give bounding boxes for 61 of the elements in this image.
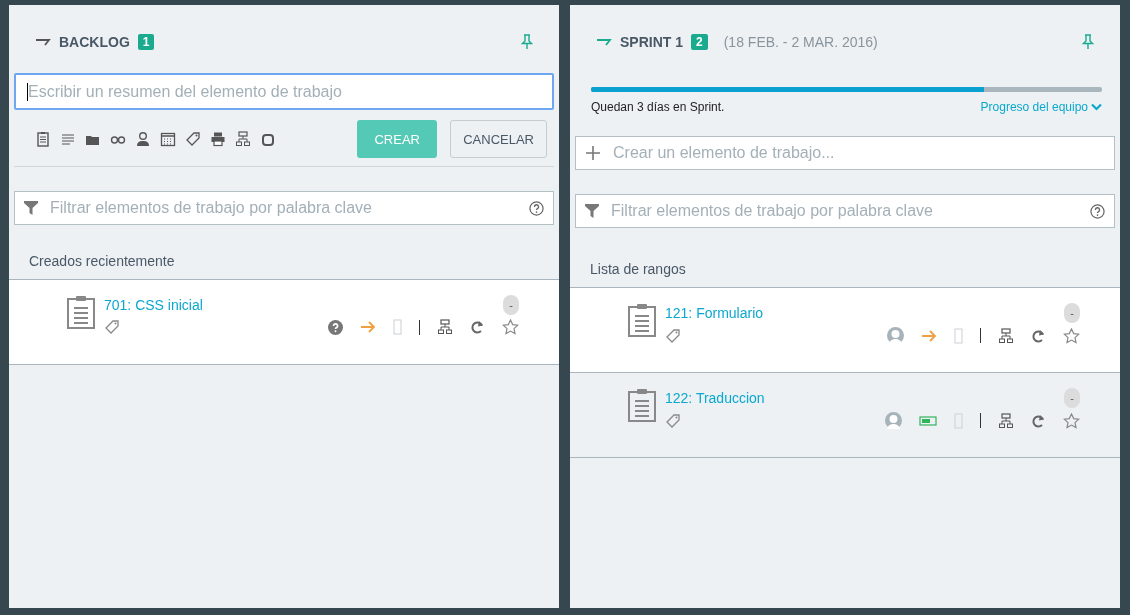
star-icon[interactable] — [502, 319, 519, 335]
cancel-button[interactable]: CANCELAR — [450, 120, 547, 158]
empty-rectangle-icon — [393, 319, 402, 335]
filter-field[interactable]: Filtrar elementos de trabajo por palabra clave — [575, 194, 1115, 228]
filter-placeholder: Filtrar elementos de trabajo por palabra clave — [611, 202, 934, 220]
person-icon[interactable] — [135, 131, 151, 147]
calendar-icon[interactable] — [160, 131, 176, 147]
hierarchy-icon[interactable] — [437, 319, 453, 335]
filter-icon — [585, 203, 599, 219]
summary-input-field[interactable]: Escribir un resumen del elemento de trabajo — [14, 73, 554, 110]
redo-icon[interactable] — [1031, 327, 1046, 344]
star-icon[interactable] — [1063, 412, 1080, 429]
section-heading: Creados recientemente — [28, 253, 176, 271]
sprint-dates: (18 FEB. - 2 MAR. 2016) — [723, 34, 878, 50]
panel-title: BACKLOG — [59, 34, 130, 50]
filter-field[interactable]: Filtrar elementos de trabajo por palabra clave — [14, 191, 554, 225]
work-item-title[interactable]: 701: CSS inicial — [104, 297, 504, 313]
create-placeholder: Crear un elemento de trabajo... — [613, 144, 835, 162]
clipboard-icon[interactable] — [35, 131, 51, 147]
empty-rectangle-icon — [954, 412, 963, 429]
section-heading: Lista de rangos — [589, 261, 687, 279]
tag-icon[interactable] — [665, 327, 681, 344]
tag-icon[interactable] — [665, 412, 681, 429]
estimate-badge[interactable]: - — [1064, 388, 1080, 408]
filter-placeholder: Filtrar elementos de trabajo por palabra clave — [50, 199, 373, 217]
hierarchy-icon[interactable] — [998, 327, 1014, 344]
remaining-days-text: Quedan 3 días en Sprint. — [591, 100, 725, 114]
work-item-title[interactable]: 122: Traduccion — [665, 390, 1065, 406]
redo-icon[interactable] — [1031, 412, 1046, 429]
square-icon[interactable] — [260, 131, 276, 147]
star-icon[interactable] — [1063, 327, 1080, 344]
clipboard-icon — [627, 303, 657, 337]
estimate-badge[interactable]: - — [503, 295, 519, 315]
hierarchy-icon[interactable] — [998, 412, 1014, 429]
create-item-field[interactable]: Crear un elemento de trabajo... — [575, 136, 1115, 170]
count-badge: 1 — [137, 34, 155, 50]
count-badge: 2 — [691, 34, 708, 50]
panel-title: SPRINT 1 — [620, 34, 683, 50]
tag-icon[interactable] — [104, 319, 120, 335]
redo-icon[interactable] — [470, 319, 485, 335]
team-progress-link[interactable]: Progreso del equipo — [980, 100, 1102, 114]
printer-icon[interactable] — [210, 131, 226, 147]
help-icon[interactable] — [1090, 203, 1105, 219]
question-icon[interactable] — [328, 319, 343, 335]
work-item-row[interactable]: 701: CSS inicial - — [9, 280, 559, 365]
filter-icon — [24, 200, 38, 216]
plus-icon — [585, 145, 601, 161]
clipboard-icon — [627, 388, 657, 422]
pin-icon[interactable] — [1082, 34, 1094, 50]
create-button[interactable]: CREAR — [357, 120, 438, 158]
summary-placeholder: Escribir un resumen del elemento de trabajo — [28, 82, 342, 101]
estimate-badge[interactable]: - — [1064, 303, 1080, 323]
clipboard-icon — [66, 295, 96, 329]
help-icon[interactable] — [529, 200, 544, 216]
work-item-row[interactable]: 122: Traduccion - — [570, 373, 1120, 458]
pin-icon[interactable] — [521, 34, 533, 50]
work-item-title[interactable]: 121: Formulario — [665, 305, 1065, 321]
empty-rectangle-icon — [954, 327, 963, 344]
work-item-row[interactable]: 121: Formulario - — [570, 288, 1120, 373]
hierarchy-icon[interactable] — [235, 131, 251, 147]
tag-icon[interactable] — [185, 131, 201, 147]
